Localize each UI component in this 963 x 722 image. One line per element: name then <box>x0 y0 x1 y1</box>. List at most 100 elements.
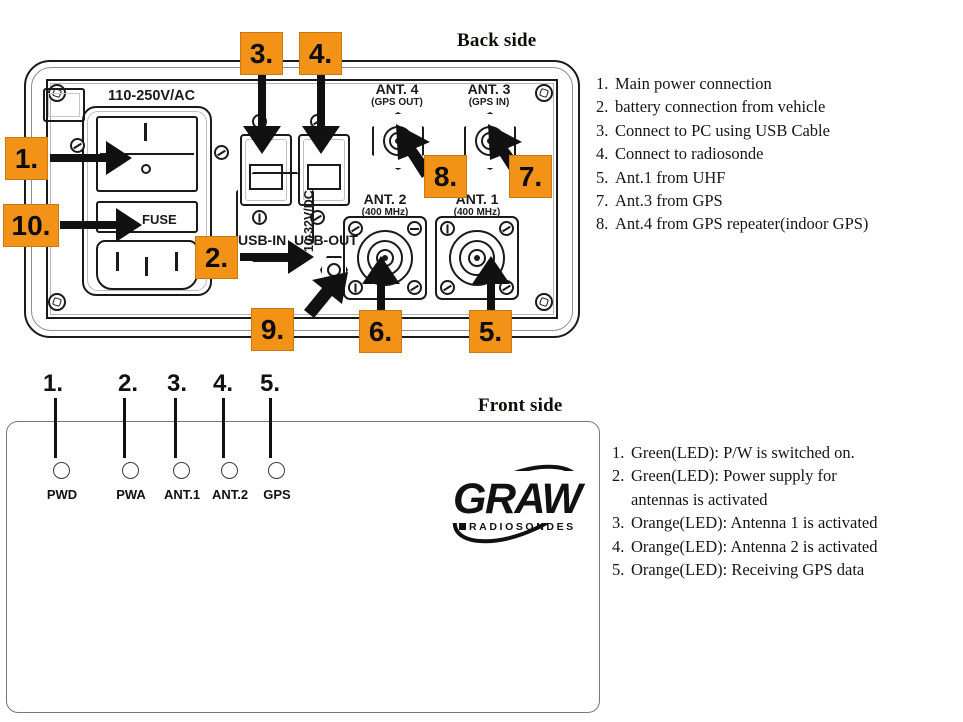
slotted-screw-icon <box>440 280 455 295</box>
callout-badge-6[interactable]: 6. <box>359 310 402 353</box>
list-item: 3. Orange(LED): Antenna 1 is activated <box>612 511 963 534</box>
iec-pin <box>116 252 119 271</box>
list-item: 7. Ant.3 from GPS <box>596 189 963 212</box>
callout-1-arrow <box>50 141 132 175</box>
list-item-continuation: antennas is activated <box>612 488 963 511</box>
callout-badge-2[interactable]: 2. <box>195 236 238 279</box>
logo-square-icon <box>459 523 466 530</box>
logo-wordmark: GRAW <box>453 475 582 523</box>
front-callout-2: 2. <box>118 370 139 397</box>
list-item-number: 2. <box>596 97 609 117</box>
callout-4-arrow <box>302 70 340 156</box>
slotted-screw-icon <box>407 221 422 236</box>
ant2-label: ANT. 2 (400 MHz) <box>342 192 428 219</box>
callout-badge-5[interactable]: 5. <box>469 310 512 353</box>
dc-connector-slot-inner <box>48 93 80 117</box>
logo-tagline: RADIOSONDES <box>469 521 576 533</box>
list-item-number: 1. <box>596 74 609 93</box>
list-item: 5. Orange(LED): Receiving GPS data <box>612 558 963 581</box>
slotted-screw-icon <box>348 221 363 236</box>
front-side-heading: Front side <box>478 395 563 416</box>
led-label-gps: GPS <box>263 487 291 502</box>
callout-9-arrow <box>304 272 348 318</box>
front-description-list: 1. Green(LED): P/W is switched on. 2. Gr… <box>612 441 963 581</box>
list-item: 3. Connect to PC using USB Cable <box>596 119 963 142</box>
list-item-text: Orange(LED): Receiving GPS data <box>631 560 865 580</box>
front-leader-line-1 <box>54 398 57 458</box>
list-item-number: 4. <box>596 144 609 164</box>
slotted-screw-icon <box>499 221 514 236</box>
callout-badge-8[interactable]: 8. <box>424 155 467 198</box>
list-item: 4. Connect to radiosonde <box>596 142 963 165</box>
torx-screw-icon <box>535 293 553 311</box>
front-leader-line-5 <box>269 398 272 458</box>
list-item-text: Main power connection <box>615 74 772 93</box>
graw-logo: GRAW RADIOSONDES <box>437 459 597 549</box>
front-callout-1: 1. <box>43 370 64 397</box>
list-item-text: Ant.4 from GPS repeater(indoor GPS) <box>615 214 869 234</box>
led-gps <box>268 462 285 479</box>
fuse-label: FUSE <box>142 212 177 227</box>
front-callout-4: 4. <box>213 370 234 397</box>
callout-badge-10[interactable]: 10. <box>3 204 59 247</box>
led-ant1 <box>173 462 190 479</box>
list-item: 5. Ant.1 from UHF <box>596 166 963 189</box>
front-leader-line-4 <box>222 398 225 458</box>
ant2-name: ANT. 2 <box>363 191 407 207</box>
ant3-freq: (GPS IN) <box>468 97 510 108</box>
callout-badge-3[interactable]: 3. <box>240 32 283 75</box>
list-item: 1. Main power connection <box>596 72 963 95</box>
list-item-number: 8. <box>596 214 609 234</box>
list-item-text: Connect to PC using USB Cable <box>615 120 830 140</box>
front-callout-3: 3. <box>167 370 188 397</box>
power-on-symbol-icon <box>144 123 147 141</box>
slotted-screw-icon <box>440 221 455 236</box>
list-item-number: 3. <box>612 513 625 533</box>
list-item-number: 1. <box>612 443 625 462</box>
led-ant2 <box>221 462 238 479</box>
front-leader-line-2 <box>123 398 126 458</box>
list-item-number: 5. <box>612 560 625 580</box>
list-item-text: Orange(LED): Antenna 1 is activated <box>631 513 878 533</box>
ant3-name: ANT. 3 <box>467 81 511 97</box>
list-item-text: Connect to radiosonde <box>615 144 764 164</box>
list-item-text: Green(LED): P/W is switched on. <box>631 443 855 462</box>
list-item: 4. Orange(LED): Antenna 2 is activated <box>612 535 963 558</box>
front-leader-line-3 <box>174 398 177 458</box>
list-item-text: antennas is activated <box>631 489 768 509</box>
back-side-heading: Back side <box>457 30 537 51</box>
back-description-list: 1. Main power connection 2. battery conn… <box>596 72 963 236</box>
list-item: 8. Ant.4 from GPS repeater(indoor GPS) <box>596 212 963 235</box>
list-item-text: Orange(LED): Antenna 2 is activated <box>631 536 878 556</box>
voltage-rating-label: 110-250V/AC <box>108 88 196 104</box>
torx-screw-icon <box>48 293 66 311</box>
callout-badge-1[interactable]: 1. <box>5 137 48 180</box>
list-item-number: 2. <box>612 466 625 486</box>
callout-badge-9[interactable]: 9. <box>251 308 294 351</box>
list-item: 2. Green(LED): Power supply for <box>612 464 963 487</box>
torx-screw-icon <box>535 84 553 102</box>
list-item-number: 5. <box>596 167 609 187</box>
slotted-screw-icon <box>214 145 229 160</box>
iec-pin <box>175 252 178 271</box>
list-item: 1. Green(LED): P/W is switched on. <box>612 441 963 464</box>
power-off-symbol-icon <box>141 164 151 174</box>
list-item-number: 7. <box>596 191 609 211</box>
ant3-label: ANT. 3 (GPS IN) <box>446 82 532 109</box>
led-pwa <box>122 462 139 479</box>
callout-3-arrow <box>243 70 281 156</box>
list-item-number: 4. <box>612 536 625 556</box>
list-item-text: Ant.3 from GPS <box>615 191 723 211</box>
callout-badge-7[interactable]: 7. <box>509 155 552 198</box>
led-label-pwd: PWD <box>46 487 78 502</box>
callout-2-arrow <box>240 240 314 274</box>
list-item-number: 3. <box>596 120 609 140</box>
ant4-freq: (GPS OUT) <box>371 97 423 108</box>
diagram-canvas: Back side Front side 1. Main power conne… <box>0 0 963 722</box>
ant4-name: ANT. 4 <box>375 81 419 97</box>
iec-pin <box>145 257 148 276</box>
list-item: 2. battery connection from vehicle <box>596 95 963 118</box>
callout-badge-4[interactable]: 4. <box>299 32 342 75</box>
list-item-text: battery connection from vehicle <box>615 97 826 117</box>
list-item-text: Ant.1 from UHF <box>615 167 726 187</box>
